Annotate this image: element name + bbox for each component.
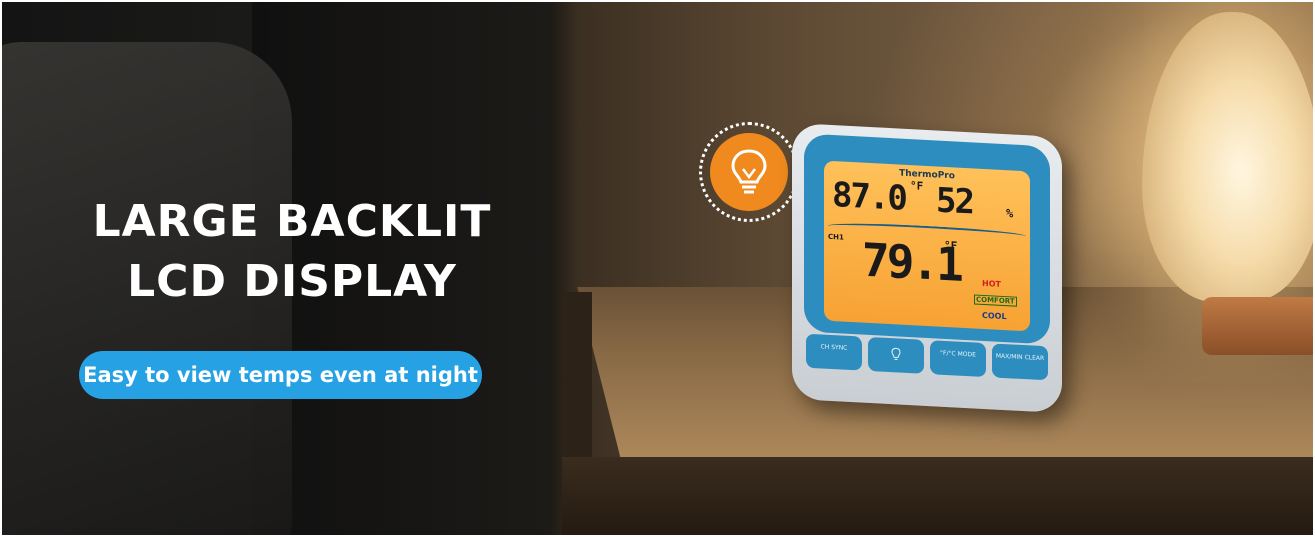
nightstand-front bbox=[562, 457, 1313, 535]
outdoor-unit: °F bbox=[944, 238, 958, 253]
indoor-unit: °F bbox=[910, 179, 924, 193]
backlight-badge bbox=[699, 122, 799, 222]
humidity-unit: % bbox=[1006, 206, 1014, 221]
light-bulb-icon bbox=[731, 149, 767, 194]
device-bezel: ThermoPro 87.0 °F 52 % CH1 79.1 °F HOT C… bbox=[804, 133, 1050, 345]
ch-sync-button[interactable]: CH SYNC bbox=[806, 333, 862, 371]
channel-label: CH1 bbox=[828, 232, 844, 242]
comfort-cool: COOL bbox=[982, 310, 1007, 322]
comfort-hot: HOT bbox=[982, 278, 1001, 289]
lamp-base bbox=[1202, 297, 1313, 355]
light-bulb-icon bbox=[891, 347, 901, 360]
mode-button[interactable]: °F/°C MODE bbox=[930, 340, 986, 378]
humidity-value: 52 bbox=[936, 180, 973, 223]
headline-line-1: LARGE BACKLIT bbox=[92, 196, 492, 247]
headline: LARGE BACKLIT LCD DISPLAY bbox=[62, 192, 522, 312]
comfort-comfort: COMFORT bbox=[974, 294, 1017, 307]
backlight-button[interactable] bbox=[868, 336, 924, 374]
indoor-temperature: 87.0 bbox=[832, 175, 906, 219]
thermometer-device: ThermoPro 87.0 °F 52 % CH1 79.1 °F HOT C… bbox=[792, 122, 1062, 414]
product-banner: LARGE BACKLIT LCD DISPLAY Easy to view t… bbox=[2, 2, 1313, 535]
headline-line-2: LCD DISPLAY bbox=[127, 256, 457, 307]
tagline-pill: Easy to view temps even at night bbox=[79, 351, 482, 399]
lcd-screen: ThermoPro 87.0 °F 52 % CH1 79.1 °F HOT C… bbox=[824, 160, 1030, 332]
max-min-clear-button[interactable]: MAX/MIN CLEAR bbox=[992, 343, 1048, 381]
